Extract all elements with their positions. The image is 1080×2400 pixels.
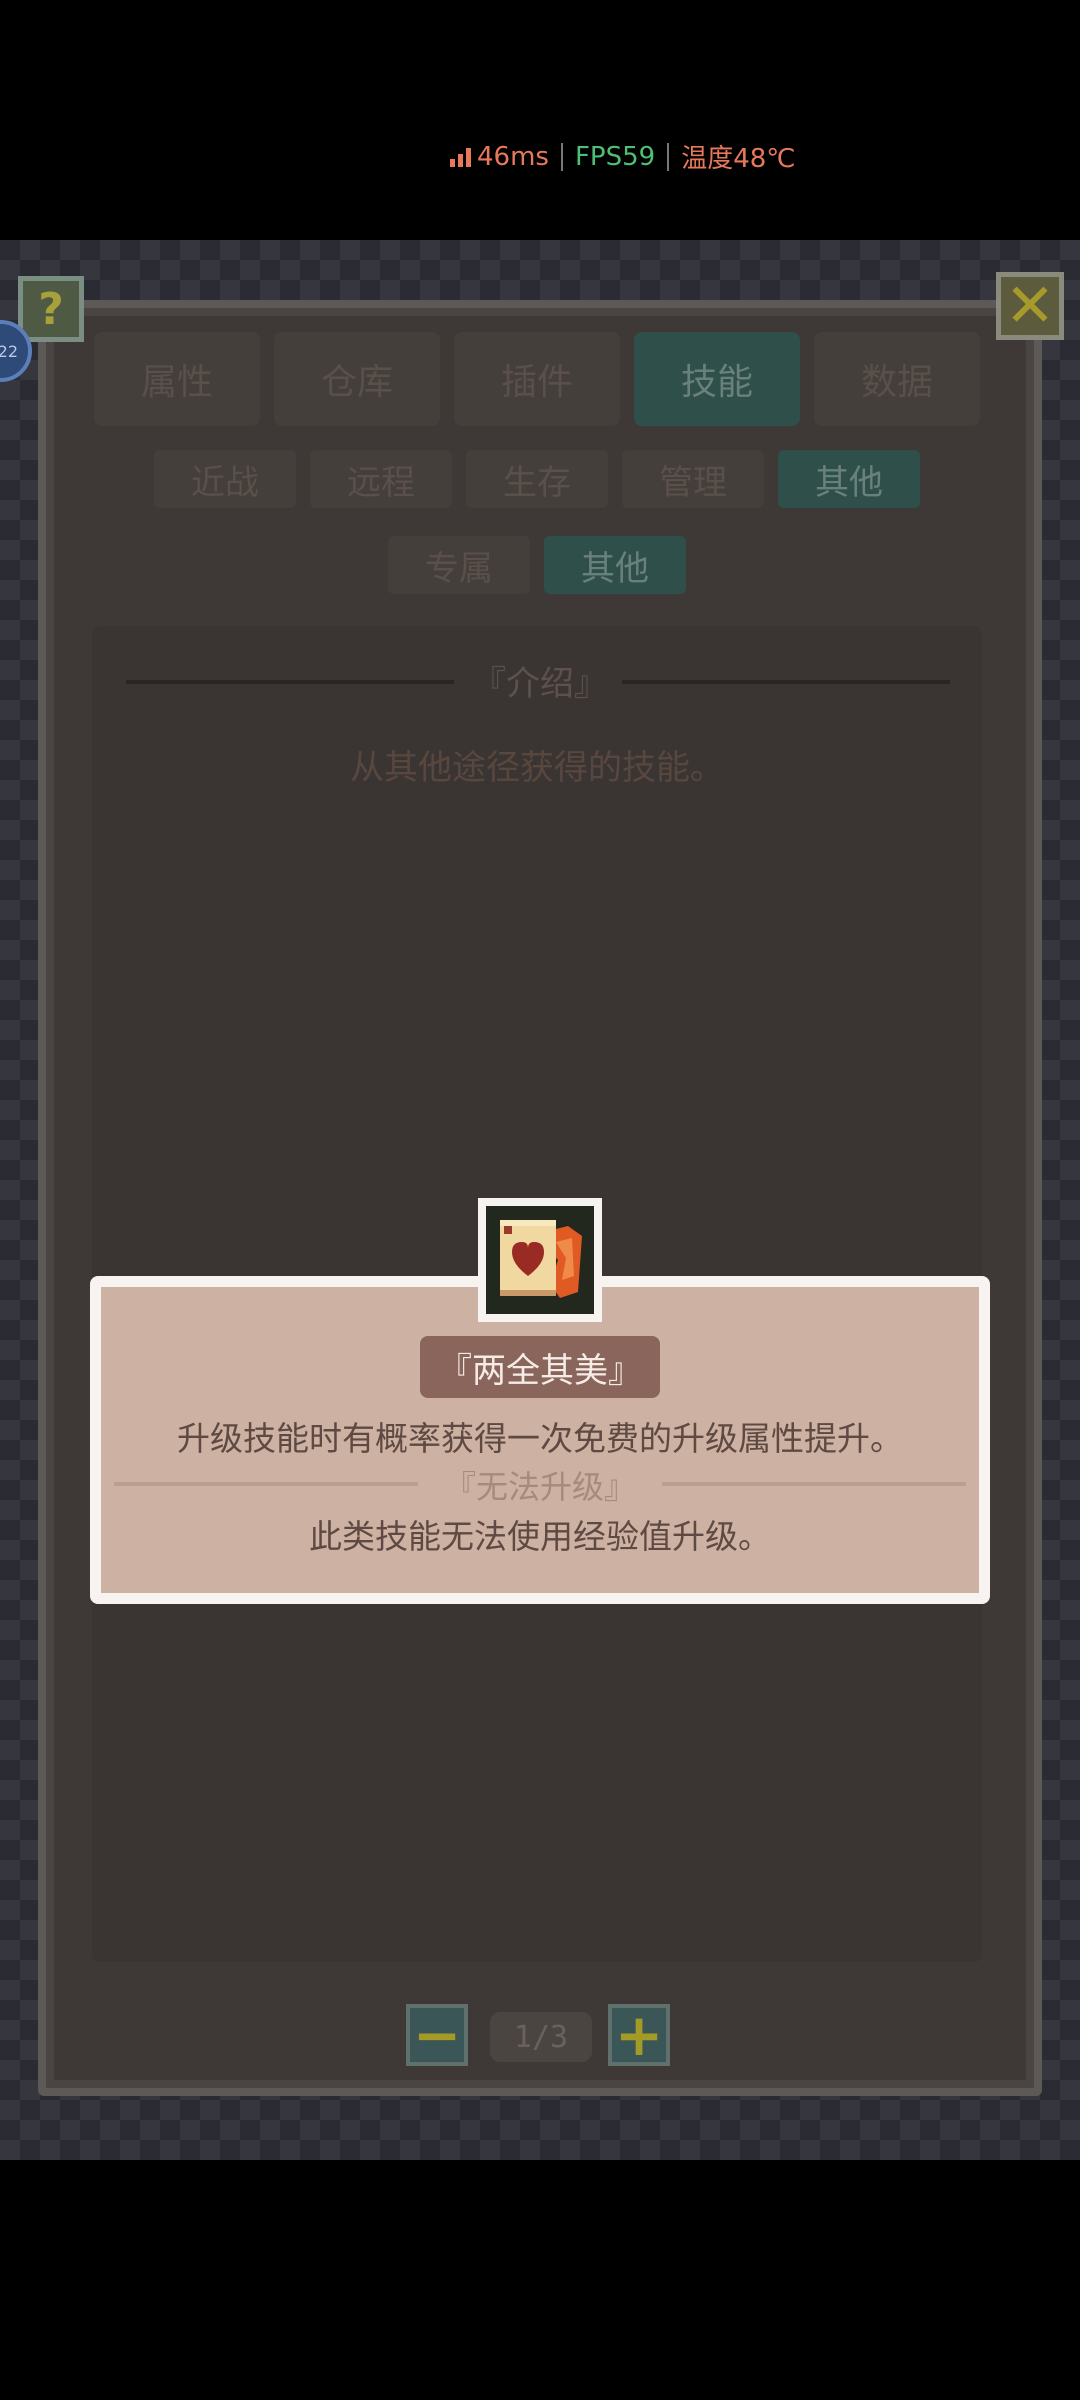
fps-value: FPS59 [574,141,656,172]
tab-attributes[interactable]: 属性 [94,332,260,426]
heart-card-icon-graphic [486,1206,594,1314]
tab-plugins[interactable]: 插件 [454,332,620,426]
subtab-melee[interactable]: 近战 [154,450,296,508]
subtab-exclusive[interactable]: 专属 [388,536,530,594]
ping-value: 46ms [477,141,549,172]
divider [667,142,670,171]
close-button[interactable]: ✕ [996,272,1064,340]
cannot-upgrade-title: 『无法升级』 [443,1468,636,1506]
temperature-value: 温度48℃ [681,144,796,174]
divider [662,1482,966,1486]
heart-card-icon [478,1198,602,1322]
divider [126,680,454,684]
skill-name: 『两全其美』 [420,1336,660,1398]
prev-page-button[interactable]: − [406,2004,468,2066]
subtab-other-secondary[interactable]: 其他 [544,536,686,594]
tab-data[interactable]: 数据 [814,332,980,426]
plus-icon: + [614,2001,664,2069]
close-icon: ✕ [1004,271,1056,341]
subtab-management[interactable]: 管理 [622,450,764,508]
subtab-ranged[interactable]: 远程 [310,450,452,508]
intro-title: 『介绍』 [472,664,608,704]
page-indicator: 1/3 [490,2012,592,2062]
divider [622,680,950,684]
help-button[interactable]: ? [18,276,84,342]
divider [560,142,563,171]
question-icon: ? [38,283,64,335]
performance-overlay: 46ms FPS59 温度48℃ [450,138,796,175]
skill-description: 升级技能时有概率获得一次免费的升级属性提升。 [177,1419,903,1458]
subtab-other[interactable]: 其他 [778,450,920,508]
minus-icon: − [412,2001,462,2069]
tab-skills[interactable]: 技能 [634,332,800,426]
tab-warehouse[interactable]: 仓库 [274,332,440,426]
intro-text: 从其他途径获得的技能。 [350,748,724,788]
cannot-upgrade-description: 此类技能无法使用经验值升级。 [309,1517,771,1556]
bottom-bar [0,2160,1080,2400]
subtab-survival[interactable]: 生存 [466,450,608,508]
game-screen: ? 22 ✕ 属性 仓库 插件 技能 数据 近战 远程 生存 管理 其他 专属 … [0,240,1080,2160]
status-bar: 46ms FPS59 温度48℃ [0,0,1080,240]
next-page-button[interactable]: + [608,2004,670,2066]
signal-icon [450,147,471,167]
divider [114,1482,418,1486]
